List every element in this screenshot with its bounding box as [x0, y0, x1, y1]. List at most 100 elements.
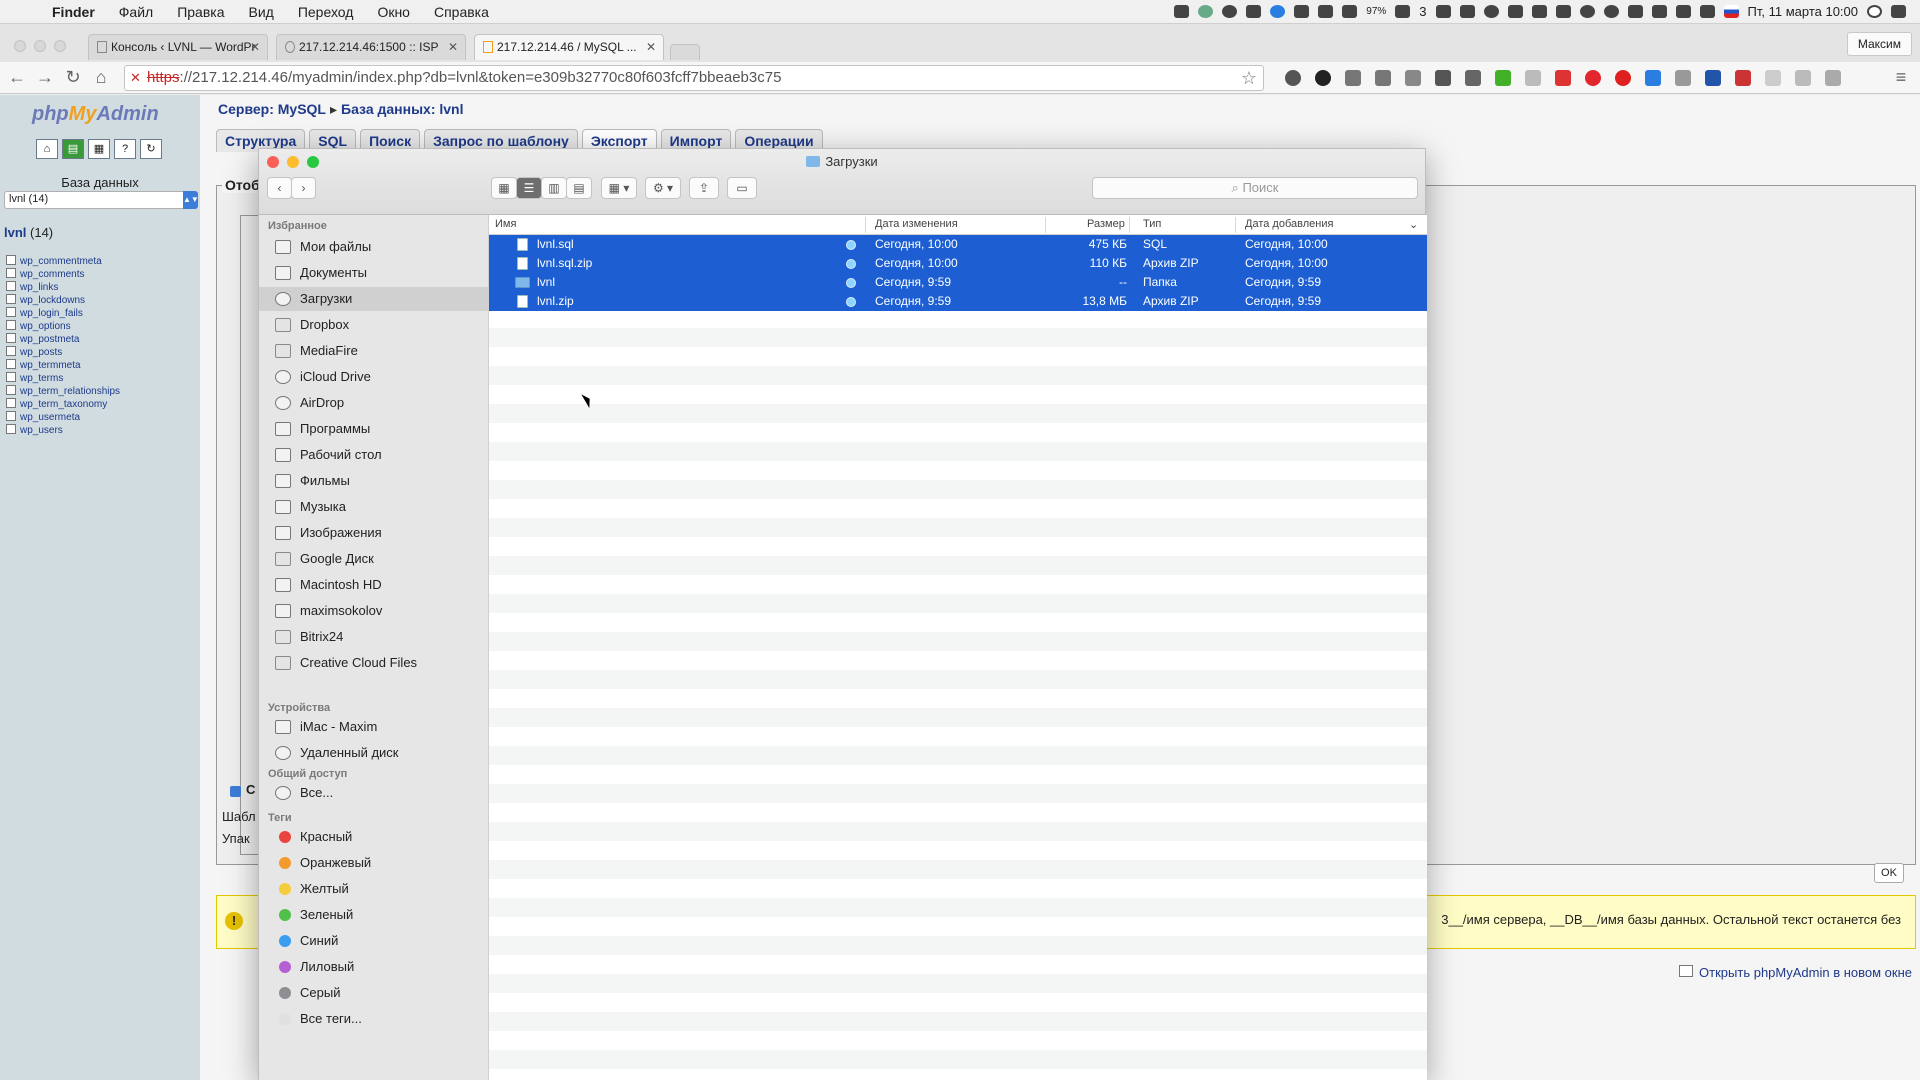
bookmark-star-icon[interactable]: ☆ — [1241, 68, 1257, 89]
table-link[interactable]: wp_options — [6, 320, 120, 333]
browser-menu-icon[interactable]: ≡ — [1890, 66, 1912, 88]
back-icon[interactable]: ← — [6, 66, 28, 88]
screen-record-icon[interactable] — [1174, 5, 1190, 18]
bluetooth-icon[interactable] — [1270, 5, 1286, 18]
tab-close-icon[interactable]: ✕ — [646, 40, 656, 54]
list-view-icon[interactable]: ☰ — [516, 177, 542, 199]
extension-pocket-icon[interactable] — [1465, 70, 1481, 86]
new-tab-button[interactable] — [670, 44, 700, 60]
tab-close-icon[interactable]: ✕ — [448, 40, 458, 54]
sidebar-tag[interactable]: Красный — [259, 825, 488, 849]
extension-dark-icon[interactable] — [1315, 70, 1331, 86]
finder-forward-button[interactable]: › — [291, 177, 316, 199]
extension-drive-icon[interactable] — [1825, 70, 1841, 86]
column-name[interactable]: Имя — [495, 218, 516, 230]
breadcrumb-server[interactable]: Сервер: MySQL — [218, 101, 326, 117]
sidebar-item[interactable]: maximsokolov — [259, 599, 488, 623]
home-icon[interactable]: ⌂ — [36, 139, 58, 159]
column-type[interactable]: Тип — [1143, 218, 1161, 230]
column-divider[interactable] — [1045, 217, 1046, 233]
extension-shield-icon[interactable] — [1405, 70, 1421, 86]
extension-pinterest-icon[interactable] — [1585, 70, 1601, 86]
arrange-menu-icon[interactable]: ▦ ▾ — [601, 177, 637, 199]
column-view-icon[interactable]: ▥ — [541, 177, 567, 199]
database-name-link[interactable]: lvnl (14) — [4, 225, 53, 240]
home-icon[interactable]: ⌂ — [90, 66, 112, 88]
brush-icon[interactable] — [1507, 5, 1523, 18]
column-divider[interactable] — [1129, 217, 1130, 233]
wifi-icon[interactable] — [1699, 5, 1715, 18]
monitor-icon[interactable] — [1555, 5, 1571, 18]
browser-tab-wordpress[interactable]: Консоль ‹ LVNL — WordPr ✕ — [88, 34, 268, 60]
reload-icon[interactable]: ↻ — [62, 66, 84, 88]
docs-icon[interactable]: ? — [114, 139, 136, 159]
extension-w-icon[interactable] — [1525, 70, 1541, 86]
menubar-clock[interactable]: Пт, 11 марта 10:00 — [1748, 4, 1858, 19]
table-link[interactable]: wp_login_fails — [6, 307, 120, 320]
ok-button[interactable]: OK — [1874, 863, 1904, 883]
sidebar-item[interactable]: Документы — [259, 261, 488, 285]
sort-chevron-down-icon[interactable]: ⌄ — [1409, 218, 1418, 231]
sidebar-item[interactable]: Creative Cloud Files — [259, 651, 488, 675]
table-link[interactable]: wp_term_relationships — [6, 385, 120, 398]
battery-percent[interactable]: 97% — [1366, 6, 1386, 17]
sidebar-item[interactable]: Google Диск — [259, 547, 488, 571]
table-link[interactable]: wp_comments — [6, 268, 120, 281]
notification-center-icon[interactable] — [1891, 5, 1906, 18]
sidebar-tag[interactable]: Синий — [259, 929, 488, 953]
file-row[interactable]: lvnl Сегодня, 9:59 -- Папка Сегодня, 9:59 — [489, 273, 1427, 292]
sidebar-tag[interactable]: Лиловый — [259, 955, 488, 979]
sidebar-item[interactable]: Macintosh HD — [259, 573, 488, 597]
table-link[interactable]: wp_commentmeta — [6, 255, 120, 268]
cloud-icon[interactable] — [1246, 5, 1262, 18]
address-bar[interactable]: ✕ https://217.12.214.46/myadmin/index.ph… — [124, 65, 1264, 91]
table-link[interactable]: wp_users — [6, 424, 120, 437]
skype-icon[interactable] — [1579, 5, 1595, 18]
sidebar-item[interactable]: Рабочий стол — [259, 443, 488, 467]
sidebar-tag[interactable]: Оранжевый — [259, 851, 488, 875]
window-close-icon[interactable] — [14, 40, 26, 52]
sidebar-item[interactable]: MediaFire — [259, 339, 488, 363]
sync-icon[interactable] — [1603, 5, 1619, 18]
icon-view-icon[interactable]: ▦ — [491, 177, 517, 199]
action-gear-icon[interactable]: ⚙ ▾ — [645, 177, 681, 199]
menu-file[interactable]: Файл — [107, 4, 165, 20]
menu-window[interactable]: Окно — [365, 4, 422, 20]
phpmyadmin-logo[interactable]: phpMyAdmin — [32, 103, 159, 126]
download-icon[interactable] — [1342, 5, 1358, 18]
extension-adblock-icon[interactable] — [1615, 70, 1631, 86]
table-link[interactable]: wp_postmeta — [6, 333, 120, 346]
logout-icon[interactable]: ▤ — [62, 139, 84, 159]
browser-tab-isp[interactable]: 217.12.214.46:1500 :: ISP ✕ — [276, 34, 466, 60]
sidebar-tag[interactable]: Все теги... — [259, 1007, 488, 1031]
tag-icon[interactable]: ▭ — [727, 177, 757, 199]
sidebar-item[interactable]: Загрузки — [259, 287, 488, 311]
extension-translate-icon[interactable] — [1375, 70, 1391, 86]
menu-go[interactable]: Переход — [286, 4, 366, 20]
table-link[interactable]: wp_usermeta — [6, 411, 120, 424]
sidebar-item[interactable]: Bitrix24 — [259, 625, 488, 649]
extension-red-icon[interactable] — [1555, 70, 1571, 86]
column-date-added[interactable]: Дата добавления — [1245, 218, 1333, 230]
sidebar-item[interactable]: Мои файлы — [259, 235, 488, 259]
profile-button[interactable]: Максим — [1846, 32, 1912, 56]
sidebar-item[interactable]: iCloud Drive — [259, 365, 488, 389]
save-output-checkbox[interactable] — [230, 786, 241, 797]
bluetooth-audio-icon[interactable] — [1675, 5, 1691, 18]
file-row[interactable]: lvnl.sql.zip Сегодня, 10:00 110 КБ Архив ZI… — [489, 254, 1427, 273]
extension-blue-icon[interactable] — [1645, 70, 1661, 86]
extension-green-icon[interactable] — [1495, 70, 1511, 86]
sidebar-item[interactable]: Удаленный диск — [259, 741, 488, 765]
finder-search-input[interactable]: ⌕ Поиск — [1092, 177, 1418, 199]
menu-app-finder[interactable]: Finder — [40, 4, 107, 20]
extension-dots-icon[interactable] — [1735, 70, 1751, 86]
notification-badge[interactable]: 3 — [1419, 4, 1426, 19]
column-divider[interactable] — [865, 217, 866, 233]
table-link[interactable]: wp_terms — [6, 372, 120, 385]
evernote-icon[interactable] — [1435, 5, 1451, 18]
creative-cloud-icon[interactable] — [1222, 5, 1238, 18]
spotlight-search-icon[interactable] — [1867, 5, 1882, 18]
window-minimize-icon[interactable] — [34, 40, 46, 52]
reload-nav-icon[interactable]: ↻ — [140, 139, 162, 159]
forward-icon[interactable]: → — [34, 66, 56, 88]
